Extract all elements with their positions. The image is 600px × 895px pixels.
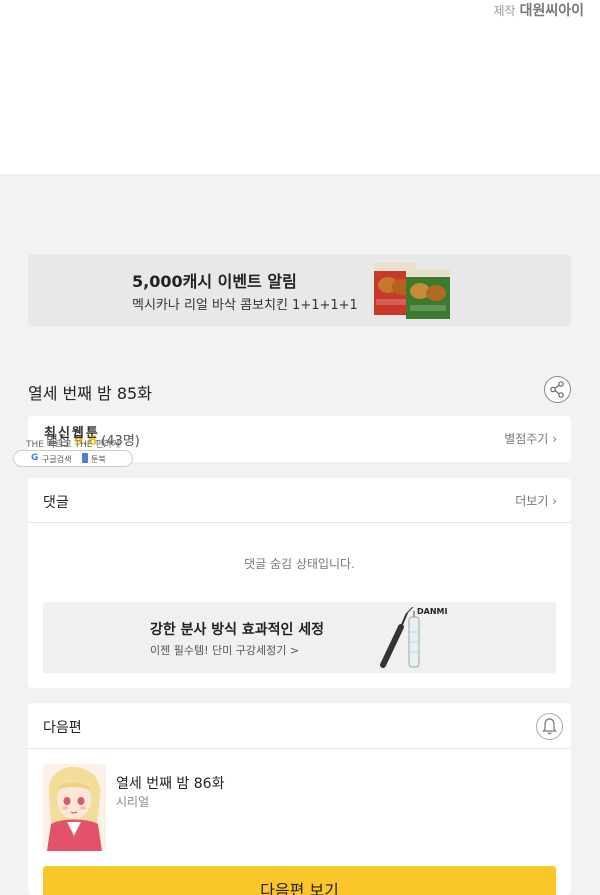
ad-banner-description: 멕시카나 리얼 바삭 콤보치킨 1+1+1+1 — [132, 298, 358, 313]
comments-more-link[interactable]: 더보기 › — [515, 492, 557, 509]
next-episode-subtitle: 시리얼 — [116, 795, 150, 809]
producer-label: 제작 — [493, 4, 516, 18]
next-episode-heading: 다음편 — [43, 720, 82, 736]
next-episode-thumbnail[interactable] — [43, 764, 106, 851]
book-icon — [82, 453, 88, 463]
ad-small-brand: DANMI — [417, 607, 448, 616]
share-button[interactable] — [544, 376, 571, 403]
event-ad-banner[interactable]: 5,000캐시 이벤트 알림 멕시카나 리얼 바삭 콤보치킨 1+1+1+1 — [28, 254, 571, 326]
ad-banner-title: 5,000캐시 이벤트 알림 — [132, 272, 297, 291]
divider — [28, 748, 571, 749]
producer-credit: 제작 대원씨아이 — [494, 0, 585, 20]
overlay-pill-book[interactable]: 툰북 — [91, 454, 106, 465]
overlay-tagline: THE 빠르고 THE 편하게 — [26, 440, 121, 450]
oral-irrigator-ad[interactable]: 강한 분사 방식 효과적인 세정 이젠 필수템! 단미 구강세정기 > DANM… — [43, 602, 556, 673]
comments-heading: 댓글 — [43, 495, 69, 511]
bell-icon — [542, 718, 557, 735]
share-icon — [550, 381, 564, 398]
overlay-pill-search[interactable]: 구글검색 — [42, 454, 71, 465]
more-link-label: 더보기 — [515, 494, 549, 508]
rate-link[interactable]: 별점주기 › — [504, 430, 557, 447]
next-episode-button[interactable]: 다음편 보기 — [43, 866, 556, 895]
notification-button[interactable] — [536, 713, 563, 740]
next-episode-card: 다음편 열세 번째 밤 86화 시리얼 다음편 보기 — [28, 703, 571, 895]
top-panel: 제작 대원씨아이 — [0, 0, 600, 174]
ad-small-description: 이젠 필수템! 단미 구강세정기 > — [150, 644, 300, 657]
overlay-pill[interactable]: G 구글검색 툰북 — [13, 450, 133, 467]
producer-name: 대원씨아이 — [519, 3, 584, 19]
ad-small-title: 강한 분사 방식 효과적인 세정 — [150, 622, 325, 638]
oral-irrigator-image — [380, 607, 420, 668]
google-icon: G — [31, 453, 39, 463]
episode-title: 열세 번째 밤 85화 — [28, 384, 152, 403]
divider — [28, 522, 571, 523]
character-thumbnail-image — [43, 764, 106, 851]
comments-card: 댓글 더보기 › 댓글 숨김 상태입니다. 강한 분사 방식 효과적인 세정 이… — [28, 478, 571, 688]
rate-link-label: 별점주기 — [504, 432, 549, 446]
chevron-right-icon: › — [552, 494, 557, 508]
chicken-product-image — [374, 263, 450, 319]
chevron-right-icon: › — [552, 432, 557, 446]
comments-hidden-message: 댓글 숨김 상태입니다. — [244, 557, 355, 571]
next-episode-title[interactable]: 열세 번째 밤 86화 — [116, 773, 224, 793]
